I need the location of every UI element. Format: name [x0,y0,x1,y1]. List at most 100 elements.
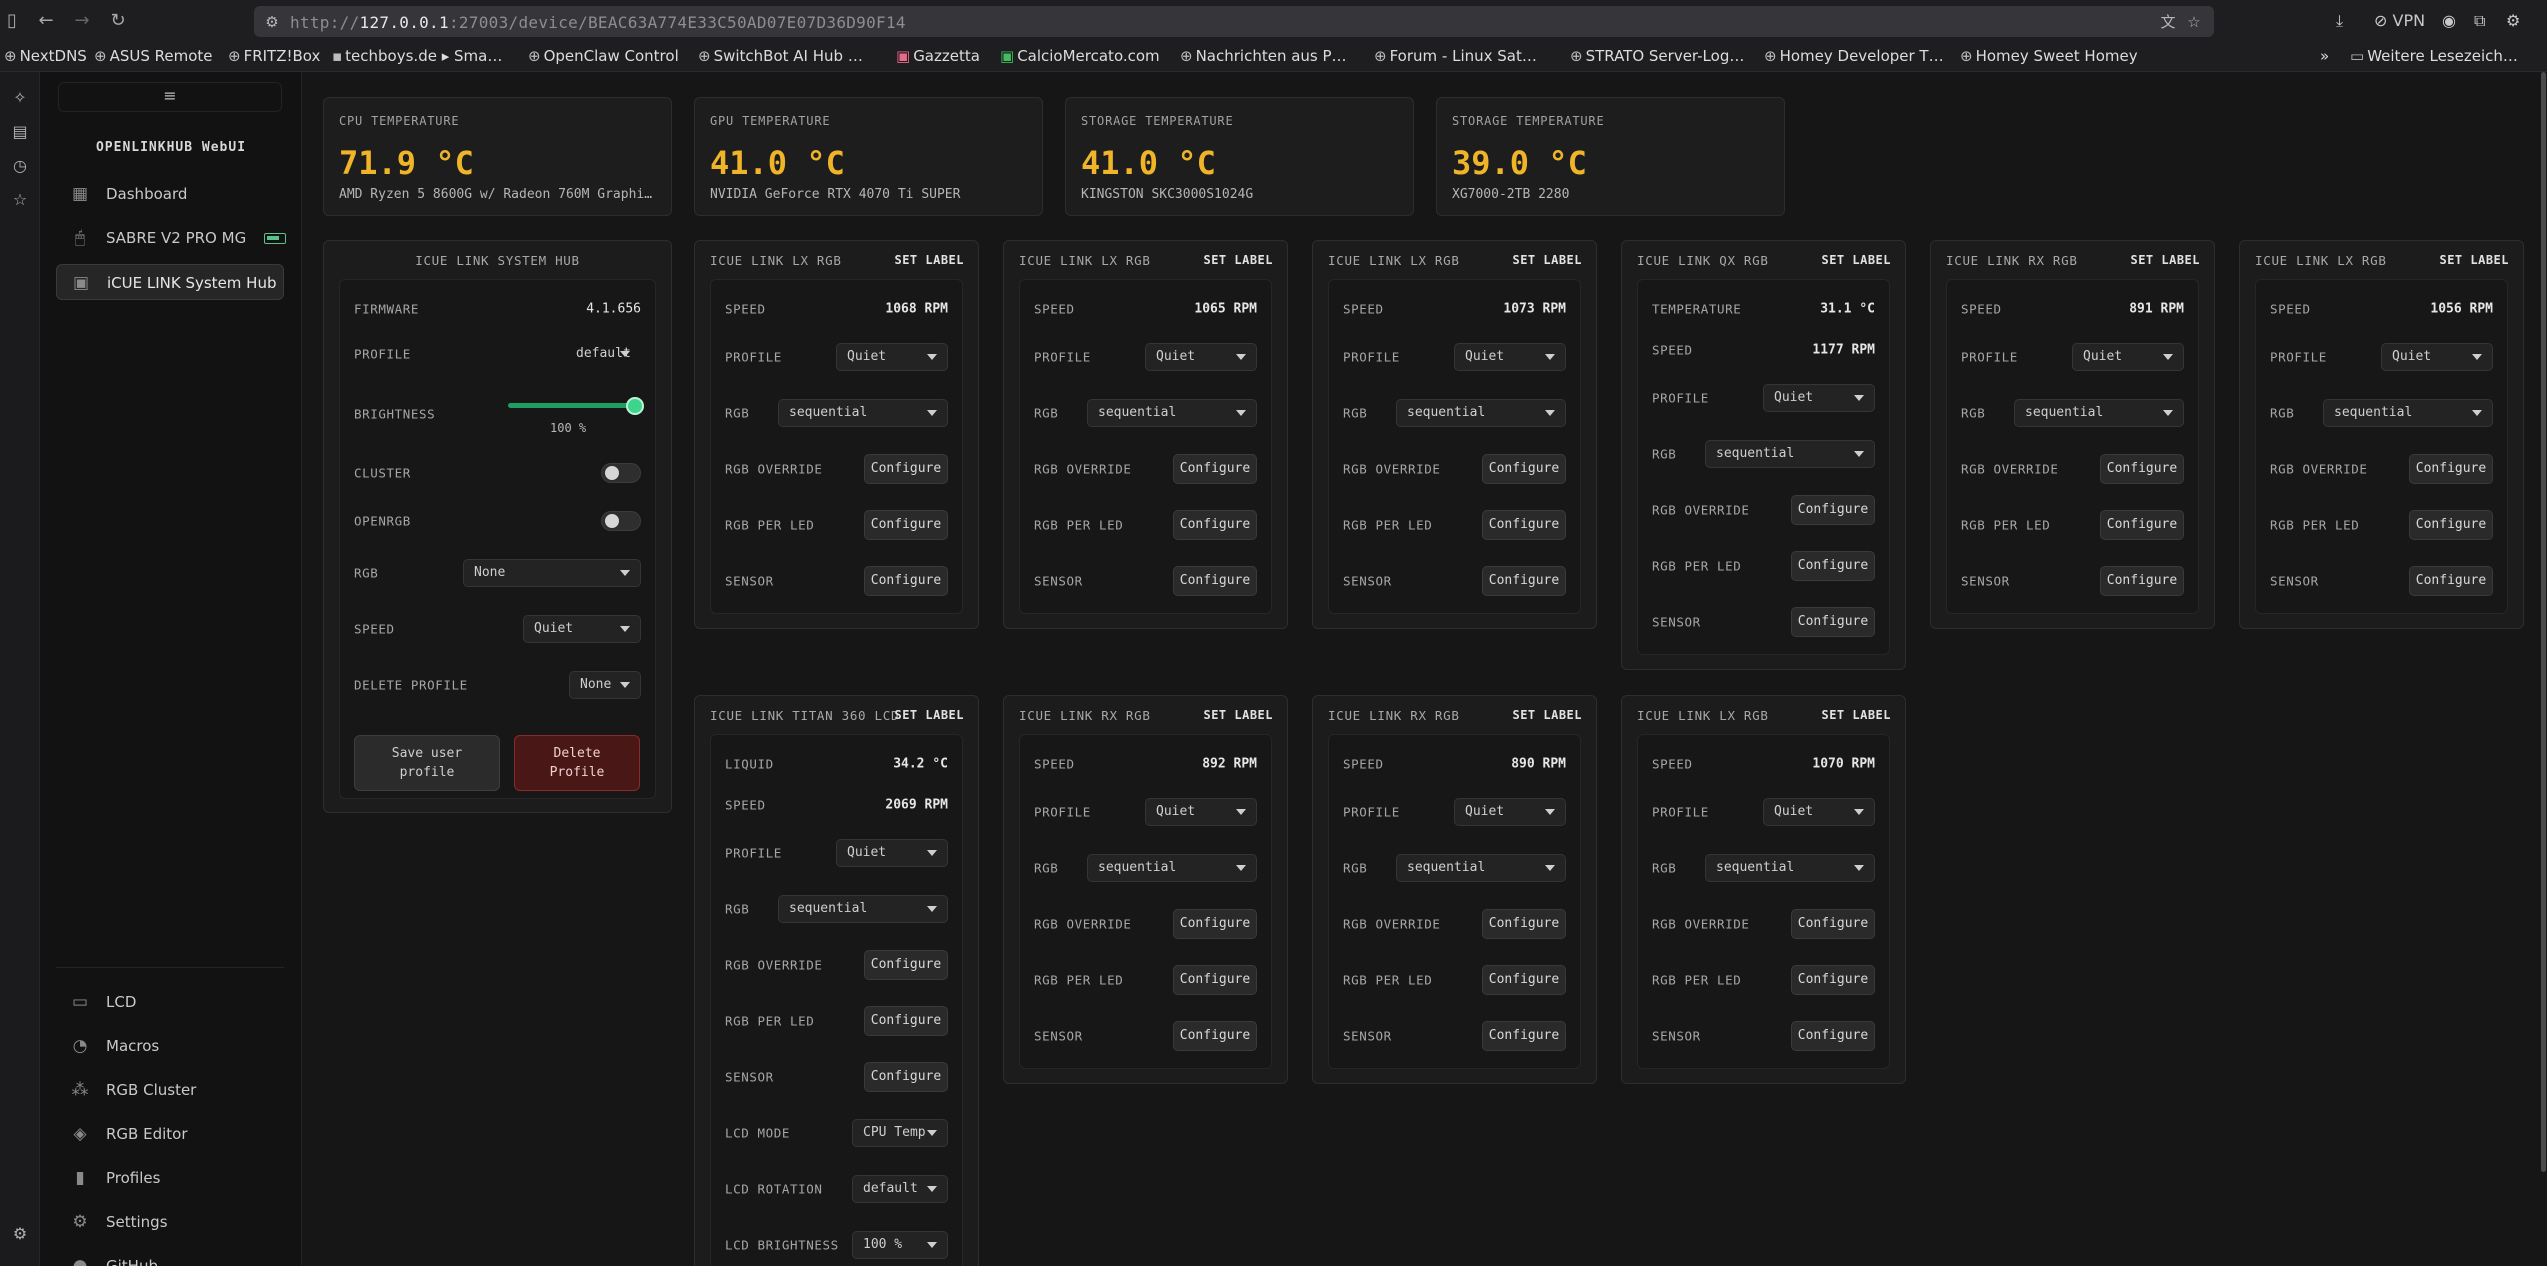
download-icon[interactable]: ⤓ [2336,9,2343,33]
set-label-button[interactable]: SET LABEL [894,708,964,722]
profile-select[interactable]: default [565,340,641,368]
rgb-override-configure-button[interactable]: Configure [1482,454,1566,484]
ai-sparkle-icon[interactable]: ✧ [6,84,34,112]
rgb-override-configure-button[interactable]: Configure [1482,909,1566,939]
sensor-configure-button[interactable]: Configure [1791,1021,1875,1051]
nav-lcd[interactable]: ▭ LCD [56,984,284,1020]
url-text[interactable]: http://127.0.0.1:27003/device/BEAC63A774… [290,13,906,32]
set-label-button[interactable]: SET LABEL [2439,253,2509,267]
nav-profiles[interactable]: ▮ Profiles [56,1160,284,1196]
lcd-brightness-select[interactable]: 100 % [852,1231,948,1259]
rgb-select[interactable]: sequential [1705,440,1875,468]
sensor-configure-button[interactable]: Configure [1173,1021,1257,1051]
sidebar-toggle-icon[interactable]: ▯ [0,9,24,33]
page-scrollbar[interactable] [2540,72,2547,1172]
vpn-button[interactable]: ⊘ VPN [2374,9,2425,33]
profile-select[interactable]: Quiet [1763,798,1875,826]
rgb-per-led-configure-button[interactable]: Configure [1791,551,1875,581]
rgb-per-led-configure-button[interactable]: Configure [2100,510,2184,540]
rgb-select[interactable]: sequential [1087,854,1257,882]
rgb-select[interactable]: None [463,559,641,587]
rgb-per-led-configure-button[interactable]: Configure [1482,965,1566,995]
bookmark-9[interactable]: ⊕ Forum - Linux Sat… [1374,47,1537,65]
rgb-per-led-configure-button[interactable]: Configure [1482,510,1566,540]
sensor-configure-button[interactable]: Configure [1791,607,1875,637]
rgb-override-configure-button[interactable]: Configure [1791,909,1875,939]
translate-icon[interactable]: 文 [2158,12,2178,32]
nav-system-hub[interactable]: ▣ iCUE LINK System Hub [56,264,284,300]
bookmark-8[interactable]: ⊕ Nachrichten aus P… [1180,47,1347,65]
rgb-override-configure-button[interactable]: Configure [2100,454,2184,484]
set-label-button[interactable]: SET LABEL [1203,253,1273,267]
bookmark-0[interactable]: ⊕ NextDNS [4,47,87,65]
lcd-mode-select[interactable]: CPU Temp [852,1119,948,1147]
set-label-button[interactable]: SET LABEL [1821,708,1891,722]
bookmark-5[interactable]: ⊕ SwitchBot AI Hub … [698,47,863,65]
profile-select[interactable]: Quiet [1145,343,1257,371]
openrgb-toggle[interactable] [601,511,641,531]
menu-toggle-button[interactable]: ≡ [58,82,282,112]
nav-settings[interactable]: ⚙ Settings [56,1204,284,1240]
reading-list-icon[interactable]: ▤ [6,118,34,146]
scrollbar-thumb[interactable] [2541,72,2546,1172]
rgb-select[interactable]: sequential [2014,399,2184,427]
profile-select[interactable]: Quiet [2381,343,2493,371]
bookmark-3[interactable]: ▪ techboys.de ▸ Sma… [332,47,502,65]
profile-select[interactable]: Quiet [2072,343,2184,371]
set-label-button[interactable]: SET LABEL [2130,253,2200,267]
profile-select[interactable]: Quiet [1454,798,1566,826]
bookmark-star-icon[interactable]: ☆ [2184,12,2204,32]
back-icon[interactable]: ← [34,9,58,33]
rgb-select[interactable]: sequential [1087,399,1257,427]
rgb-override-configure-button[interactable]: Configure [1173,454,1257,484]
save-user-profile-button[interactable]: Save user profile [354,735,500,791]
rgb-override-configure-button[interactable]: Configure [1791,495,1875,525]
rgb-override-configure-button[interactable]: Configure [1173,909,1257,939]
rgb-override-configure-button[interactable]: Configure [864,454,948,484]
bookmark-12[interactable]: ⊕ Homey Sweet Homey [1960,47,2138,65]
rgb-select[interactable]: sequential [2323,399,2493,427]
sensor-configure-button[interactable]: Configure [2409,566,2493,596]
rgb-per-led-configure-button[interactable]: Configure [1173,510,1257,540]
nav-rgb-editor[interactable]: ◈ RGB Editor [56,1116,284,1152]
set-label-button[interactable]: SET LABEL [1512,708,1582,722]
extension-icon[interactable]: ◉ [2442,9,2456,33]
rgb-select[interactable]: sequential [1396,399,1566,427]
nav-dashboard[interactable]: ▦ Dashboard [56,176,284,212]
settings-icon[interactable]: ⚙ [2506,9,2520,33]
other-bookmarks-folder[interactable]: ▭ Weitere Lesezeich… [2350,47,2518,65]
site-info-icon[interactable]: ⚙ [262,12,282,32]
cluster-toggle[interactable] [601,463,641,483]
rgb-per-led-configure-button[interactable]: Configure [864,1006,948,1036]
rgb-per-led-configure-button[interactable]: Configure [1173,965,1257,995]
bookmark-10[interactable]: ⊕ STRATO Server-Log… [1570,47,1744,65]
bookmark-7[interactable]: ▣ CalcioMercato.com [1000,47,1160,65]
set-label-button[interactable]: SET LABEL [894,253,964,267]
rgb-select[interactable]: sequential [778,399,948,427]
profile-select[interactable]: Quiet [836,343,948,371]
extensions-puzzle-icon[interactable]: ⧉ [2474,9,2485,33]
sensor-configure-button[interactable]: Configure [2100,566,2184,596]
customize-gear-icon[interactable]: ⚙ [6,1220,34,1248]
brightness-slider-handle[interactable] [626,397,644,415]
set-label-button[interactable]: SET LABEL [1821,253,1891,267]
history-icon[interactable]: ◷ [6,152,34,180]
bookmark-4[interactable]: ⊕ OpenClaw Control [528,47,679,65]
sensor-configure-button[interactable]: Configure [1482,1021,1566,1051]
set-label-button[interactable]: SET LABEL [1512,253,1582,267]
profile-select[interactable]: Quiet [1763,384,1875,412]
sensor-configure-button[interactable]: Configure [864,566,948,596]
profile-select[interactable]: Quiet [1145,798,1257,826]
rgb-select[interactable]: sequential [1396,854,1566,882]
sensor-configure-button[interactable]: Configure [1482,566,1566,596]
nav-github[interactable]: ● GitHub [56,1248,284,1266]
bookmarks-star-icon[interactable]: ☆ [6,186,34,214]
profile-select[interactable]: Quiet [1454,343,1566,371]
rgb-per-led-configure-button[interactable]: Configure [864,510,948,540]
rgb-override-configure-button[interactable]: Configure [864,950,948,980]
lcd-rotation-select[interactable]: default [852,1175,948,1203]
bookmark-2[interactable]: ⊕ FRITZ!Box [228,47,320,65]
rgb-per-led-configure-button[interactable]: Configure [2409,510,2493,540]
reload-icon[interactable]: ↻ [106,9,130,33]
delete-profile-button[interactable]: Delete Profile [514,735,640,791]
